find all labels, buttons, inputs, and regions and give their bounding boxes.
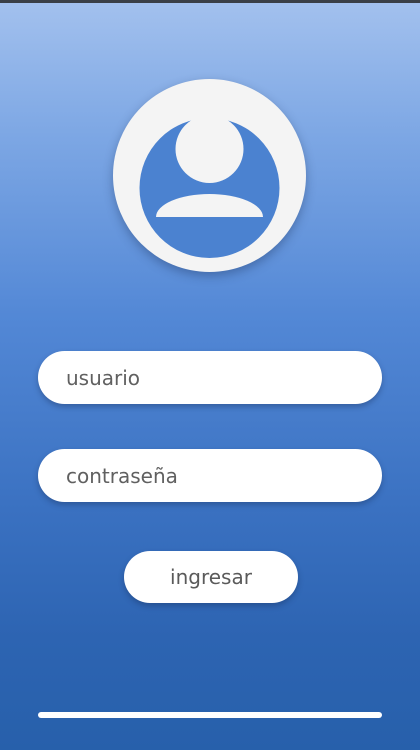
password-field[interactable] xyxy=(38,449,382,502)
user-icon xyxy=(139,115,280,258)
username-field[interactable] xyxy=(38,351,382,404)
bottom-divider xyxy=(38,712,382,718)
login-screen: ingresar xyxy=(0,0,420,750)
password-input[interactable] xyxy=(66,463,354,488)
avatar xyxy=(113,79,306,272)
username-input[interactable] xyxy=(66,365,354,390)
login-button[interactable]: ingresar xyxy=(124,551,298,603)
status-bar xyxy=(0,0,420,3)
